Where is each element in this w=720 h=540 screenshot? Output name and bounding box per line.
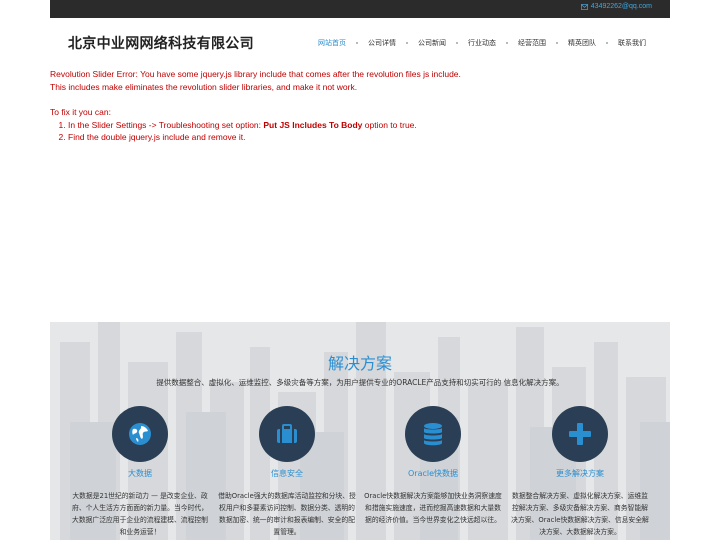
feature-icon-circle[interactable]: [112, 406, 168, 462]
globe-icon: [129, 423, 151, 445]
feature-big-data: 大数据 大数据是21世纪的新动力 — 是改变企业、政府、个人生活方方面面的新力量…: [67, 406, 213, 538]
feature-title[interactable]: 信息安全: [214, 468, 360, 479]
nav-item-home[interactable]: 网站首页: [318, 38, 346, 48]
feature-description: 大数据是21世纪的新动力 — 是改变企业、政府、个人生活方方面面的新力量。当今时…: [72, 492, 208, 536]
plus-icon: [569, 423, 591, 445]
feature-description: Oracle快数据解决方案能够加快业务洞察速度和措施实施速度，进而挖掘高速数据和…: [364, 492, 502, 524]
nav-item-contact[interactable]: 联系我们: [618, 38, 646, 48]
nav-item-scope[interactable]: 经营范围: [518, 38, 546, 48]
nav-separator: [606, 42, 608, 44]
feature-more-solutions: 更多解决方案 数据整合解决方案、虚拟化解决方案、运维监控解决方案、多级灾备解决方…: [507, 406, 653, 538]
main-nav: 网站首页 公司详情 公司新闻 行业动态 经营范围 精英团队 联系我们: [318, 38, 646, 48]
feature-title[interactable]: Oracle快数据: [360, 468, 506, 479]
feature-info-security: 信息安全 借助Oracle强大的数据库活动监控和分块、授权用户和多要素访问控制、…: [214, 406, 360, 538]
feature-title[interactable]: 更多解决方案: [507, 468, 653, 479]
nav-item-industry[interactable]: 行业动态: [468, 38, 496, 48]
error-line-1: Revolution Slider Error: You have some j…: [50, 69, 461, 79]
feature-icon-circle[interactable]: [259, 406, 315, 462]
nav-separator: [406, 42, 408, 44]
nav-separator: [506, 42, 508, 44]
solutions-title: 解决方案: [327, 354, 392, 373]
feature-title[interactable]: 大数据: [67, 468, 213, 479]
briefcase-icon: [277, 424, 297, 443]
error-fix-steps: In the Slider Settings -> Troubleshootin…: [50, 119, 670, 144]
nav-item-news[interactable]: 公司新闻: [418, 38, 446, 48]
error-fix-step-1: In the Slider Settings -> Troubleshootin…: [68, 119, 670, 132]
site-header: 北京中业网网络科技有限公司 网站首页 公司详情 公司新闻 行业动态 经营范围 精…: [50, 18, 670, 64]
error-fix-intro: To fix it you can:: [50, 107, 111, 117]
feature-icon-circle[interactable]: [552, 406, 608, 462]
nav-item-team[interactable]: 精英团队: [568, 38, 596, 48]
top-bar: 43492262@qq.com: [50, 0, 670, 18]
nav-separator: [356, 42, 358, 44]
nav-item-company[interactable]: 公司详情: [368, 38, 396, 48]
error-fix-step-2: Find the double jquery.js include and re…: [68, 131, 670, 144]
nav-separator: [556, 42, 558, 44]
slider-error-message: Revolution Slider Error: You have some j…: [50, 68, 670, 144]
feature-icon-circle[interactable]: [405, 406, 461, 462]
feature-oracle-fast-data: Oracle快数据 Oracle快数据解决方案能够加快业务洞察速度和措施实施速度…: [360, 406, 506, 526]
feature-description: 数据整合解决方案、虚拟化解决方案、运维监控解决方案、多级灾备解决方案、商务智能解…: [511, 492, 649, 536]
feature-description: 借助Oracle强大的数据库活动监控和分块、授权用户和多要素访问控制、数据分类、…: [218, 492, 356, 536]
envelope-icon: [580, 3, 588, 10]
contact-email[interactable]: 43492262@qq.com: [580, 3, 652, 10]
database-icon: [424, 423, 442, 446]
nav-separator: [456, 42, 458, 44]
solutions-subtitle: 提供数据整合、虚拟化、运维监控、多级灾备等方案，为用户提供专业的ORACLE产品…: [156, 378, 564, 387]
email-text[interactable]: 43492262@qq.com: [591, 3, 652, 10]
solutions-section: 解决方案 提供数据整合、虚拟化、运维监控、多级灾备等方案，为用户提供专业的ORA…: [50, 322, 670, 540]
company-logo-text[interactable]: 北京中业网网络科技有限公司: [68, 33, 254, 53]
error-line-2: This includes make eliminates the revolu…: [50, 81, 358, 92]
